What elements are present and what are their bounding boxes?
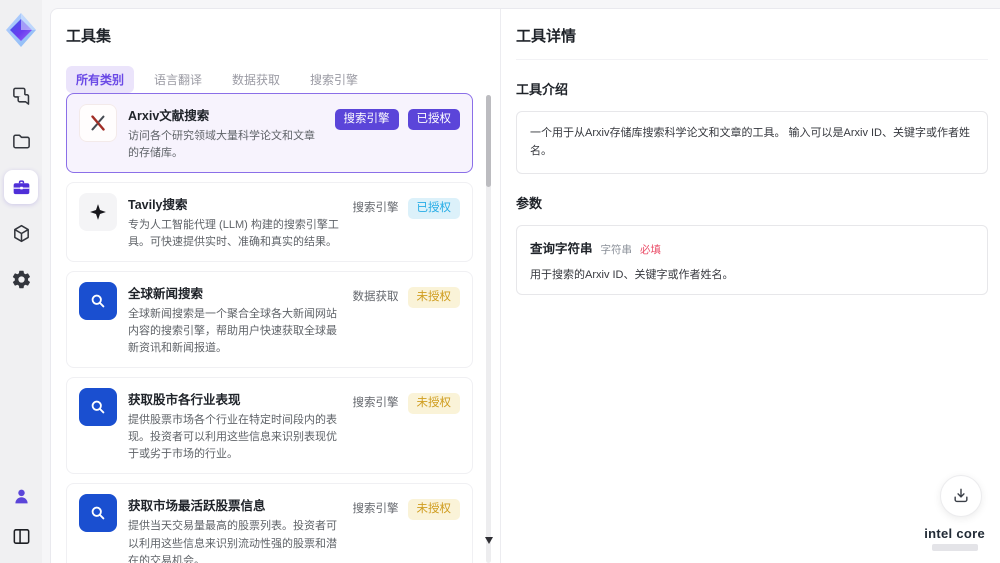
tool-badges: 搜索引擎 未授权	[352, 388, 460, 463]
category-badge: 数据获取	[352, 291, 399, 304]
gem-logo	[5, 12, 37, 48]
tool-info: 获取股市各行业表现 提供股票市场各个行业在特定时间段内的表现。投资者可以利用这些…	[128, 388, 342, 463]
intel-ultra-mark	[931, 544, 978, 551]
tavily-star-icon	[79, 193, 117, 232]
tool-detail-panel: 工具详情 工具介绍 一个用于从Arxiv存储库搜索科学论文和文章的工具。 输入可…	[501, 9, 1000, 563]
scrollbar[interactable]	[486, 95, 491, 563]
tab-search-engine[interactable]: 搜索引擎	[300, 66, 368, 93]
sidebar-bottom	[4, 479, 38, 553]
page-title: 工具集	[66, 28, 112, 45]
tool-name: Tavily搜索	[128, 198, 188, 213]
tab-data-fetching[interactable]: 数据获取	[222, 66, 290, 93]
download-button[interactable]	[940, 475, 982, 517]
category-badge: 搜索引擎	[352, 503, 399, 516]
parameter-description: 用于搜索的Arxiv ID、关键字或作者姓名。	[530, 269, 734, 282]
tool-name: Arxiv文献搜索	[128, 109, 210, 123]
tab-all-categories[interactable]: 所有类别	[66, 66, 135, 93]
parameter-box: 查询字符串 字符串 必填 用于搜索的Arxiv ID、关键字或作者姓名。	[516, 225, 988, 296]
tool-card-tavily[interactable]: Tavily搜索 专为人工智能代理 (LLM) 构建的搜索引擎工具。可快速提供实…	[66, 182, 473, 263]
tool-list: Arxiv文献搜索 访问各个研究领域大量科学论文和文章的存储库。 搜索引擎 已授…	[66, 93, 473, 563]
category-badge: 搜索引擎	[352, 202, 399, 215]
tool-name: 获取市场最活跃股票信息	[128, 499, 266, 514]
settings-icon[interactable]	[4, 262, 38, 296]
tool-info: 全球新闻搜索 全球新闻搜索是一个聚合全球各大新闻网站内容的搜索引擎，帮助用户快速…	[128, 282, 342, 357]
required-badge: 必填	[640, 244, 662, 257]
auth-badge: 已授权	[407, 109, 460, 130]
tool-name: 全球新闻搜索	[128, 287, 204, 302]
tab-language-translation[interactable]: 语言翻译	[144, 66, 212, 93]
folder-icon[interactable]	[4, 124, 38, 158]
arxiv-x-icon	[79, 104, 117, 142]
toolset-panel: 工具集 所有类别 语言翻译 数据获取 搜索引擎 Arxiv文献搜索 访问各个研究…	[51, 9, 501, 563]
category-badge: 搜索引擎	[352, 397, 399, 410]
main-content: 工具集 所有类别 语言翻译 数据获取 搜索引擎 Arxiv文献搜索 访问各个研究…	[50, 8, 1000, 563]
chat-icon[interactable]	[4, 78, 38, 112]
tool-info: Tavily搜索 专为人工智能代理 (LLM) 构建的搜索引擎工具。可快速提供实…	[128, 193, 342, 251]
cube-icon[interactable]	[4, 216, 38, 250]
toolbox-icon[interactable]	[4, 170, 38, 204]
tool-description: 访问各个研究领域大量科学论文和文章的存储库。	[128, 130, 315, 160]
tool-description: 全球新闻搜索是一个聚合全球各大新闻网站内容的搜索引擎，帮助用户快速获取全球最新资…	[128, 308, 337, 355]
parameter-header: 查询字符串 字符串 必填	[530, 238, 974, 257]
category-badge: 搜索引擎	[334, 109, 399, 130]
panel-icon[interactable]	[4, 519, 38, 553]
intel-core-text: intel core	[924, 526, 985, 541]
sidebar-nav	[4, 78, 38, 296]
scrollbar-thumb[interactable]	[486, 95, 491, 187]
tool-badges: 搜索引擎 未授权	[352, 494, 460, 563]
auth-badge: 已授权	[407, 198, 460, 220]
auth-badge: 未授权	[407, 393, 460, 415]
intro-heading: 工具介绍	[516, 82, 569, 97]
tool-card-global-news[interactable]: 全球新闻搜索 全球新闻搜索是一个聚合全球各大新闻网站内容的搜索引擎，帮助用户快速…	[66, 271, 473, 369]
tool-badges: 搜索引擎 已授权	[352, 193, 460, 251]
parameter-type: 字符串	[600, 244, 633, 257]
detail-title: 工具详情	[516, 25, 988, 60]
scroll-down-arrow[interactable]	[485, 537, 493, 544]
tool-description: 提供股票市场各个行业在特定时间段内的表现。投资者可以利用这些信息来识别表现优于或…	[128, 414, 337, 461]
tool-badges: 搜索引擎 已授权	[334, 104, 460, 162]
user-icon[interactable]	[4, 479, 38, 513]
tool-badges: 数据获取 未授权	[352, 282, 460, 357]
download-icon	[951, 486, 971, 506]
news-search-icon	[79, 282, 117, 321]
intel-core-logo: intel core	[924, 526, 985, 551]
auth-badge: 未授权	[407, 287, 460, 309]
news-search-icon	[79, 494, 117, 533]
auth-badge: 未授权	[407, 499, 460, 521]
params-heading: 参数	[516, 196, 543, 212]
tool-description: 提供当天交易量最高的股票列表。投资者可以利用这些信息来识别流动性强的股票和潜在的…	[128, 520, 337, 563]
tool-intro-text: 一个用于从Arxiv存储库搜索科学论文和文章的工具。 输入可以是Arxiv ID…	[530, 127, 970, 157]
tool-info: 获取市场最活跃股票信息 提供当天交易量最高的股票列表。投资者可以利用这些信息来识…	[128, 494, 342, 563]
sidebar	[0, 0, 42, 563]
tool-description: 专为人工智能代理 (LLM) 构建的搜索引擎工具。可快速提供实时、准确和真实的结…	[128, 219, 339, 249]
tool-info: Arxiv文献搜索 访问各个研究领域大量科学论文和文章的存储库。	[128, 104, 324, 162]
tool-card-sector-performance[interactable]: 获取股市各行业表现 提供股票市场各个行业在特定时间段内的表现。投资者可以利用这些…	[66, 377, 473, 475]
tool-card-arxiv[interactable]: Arxiv文献搜索 访问各个研究领域大量科学论文和文章的存储库。 搜索引擎 已授…	[66, 93, 473, 174]
tool-name: 获取股市各行业表现	[128, 393, 241, 408]
news-search-icon	[79, 388, 117, 427]
tool-card-most-active-stocks[interactable]: 获取市场最活跃股票信息 提供当天交易量最高的股票列表。投资者可以利用这些信息来识…	[66, 483, 473, 563]
parameter-name: 查询字符串	[530, 242, 593, 257]
category-tabs: 所有类别 语言翻译 数据获取 搜索引擎	[66, 66, 500, 93]
tool-intro-box: 一个用于从Arxiv存储库搜索科学论文和文章的工具。 输入可以是Arxiv ID…	[516, 111, 988, 175]
